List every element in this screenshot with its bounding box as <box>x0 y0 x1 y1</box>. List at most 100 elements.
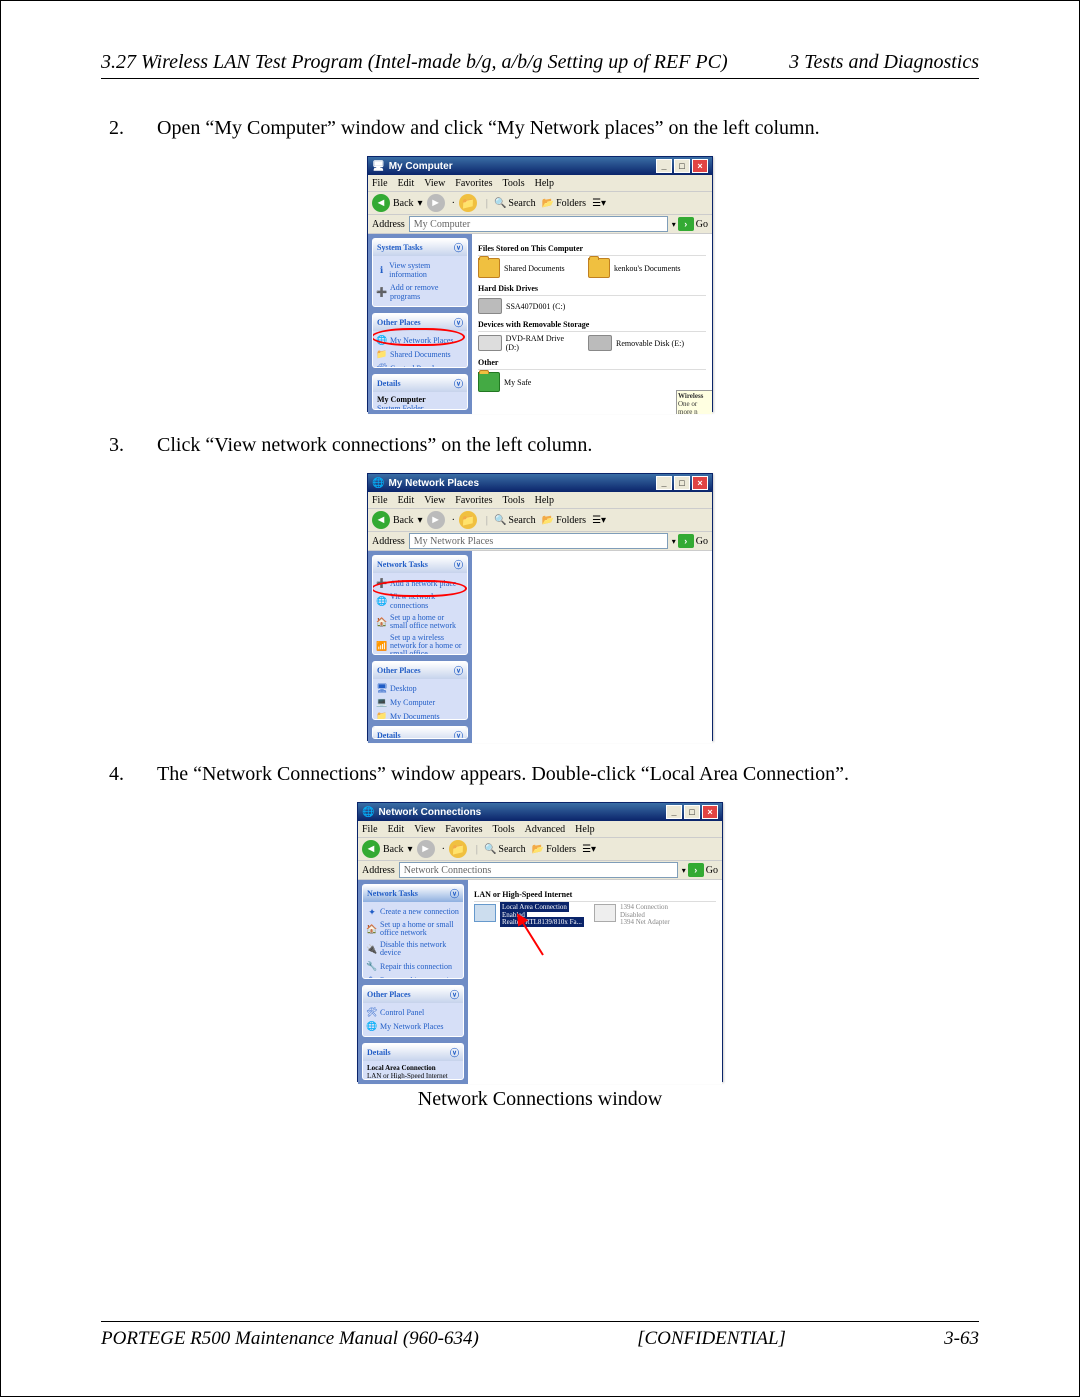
drive-c[interactable]: SSA407D001 (C:) <box>478 298 578 314</box>
collapse-icon[interactable]: ⓥ <box>454 558 463 571</box>
maximize-button[interactable]: □ <box>674 159 690 173</box>
title-bar[interactable]: 🖥 My Computer _ □ × <box>368 157 712 175</box>
go-button[interactable]: › <box>678 534 694 548</box>
minimize-button[interactable]: _ <box>666 805 682 819</box>
menu-advanced[interactable]: Advanced <box>525 824 566 835</box>
go-button[interactable]: › <box>688 863 704 877</box>
folders-icon[interactable]: 📂 <box>542 198 554 209</box>
menu-view[interactable]: View <box>424 495 445 506</box>
menu-file[interactable]: File <box>362 824 378 835</box>
menu-favorites[interactable]: Favorites <box>445 824 482 835</box>
connection-1394[interactable]: 1394 Connection Disabled 1394 Net Adapte… <box>594 904 694 927</box>
menubar[interactable]: File Edit View Favorites Tools Advanced … <box>358 821 722 838</box>
menu-favorites[interactable]: Favorites <box>455 178 492 189</box>
title-bar[interactable]: 🌐 My Network Places _ □ × <box>368 474 712 492</box>
maximize-button[interactable]: □ <box>674 476 690 490</box>
back-label[interactable]: Back <box>393 198 414 209</box>
views-icon[interactable]: ☰▾ <box>592 515 606 526</box>
title-bar[interactable]: 🌐 Network Connections _ □ × <box>358 803 722 821</box>
task-item[interactable]: ℹView system information <box>377 259 463 281</box>
menu-favorites[interactable]: Favorites <box>455 495 492 506</box>
menu-help[interactable]: Help <box>535 178 554 189</box>
close-button[interactable]: × <box>692 476 708 490</box>
back-label[interactable]: Back <box>383 844 404 855</box>
back-icon[interactable]: ◄ <box>372 511 390 529</box>
sidebar-item-network-places[interactable]: 🌐My Network Places <box>377 334 463 348</box>
menu-file[interactable]: File <box>372 178 388 189</box>
task-item[interactable]: 🔌Disable this network device <box>367 939 459 959</box>
maximize-button[interactable]: □ <box>684 805 700 819</box>
menubar[interactable]: File Edit View Favorites Tools Help <box>368 492 712 509</box>
menu-tools[interactable]: Tools <box>503 178 525 189</box>
menu-edit[interactable]: Edit <box>388 824 405 835</box>
main-pane[interactable]: LAN or High-Speed Internet Local Area Co… <box>468 880 722 1084</box>
folder-user-docs[interactable]: kenkou's Documents <box>588 258 688 278</box>
search-label[interactable]: Search <box>508 515 535 526</box>
task-item[interactable]: 🔧Repair this connection <box>367 959 459 973</box>
task-view-connections[interactable]: 🌐View network connections <box>377 590 463 612</box>
up-icon[interactable]: 📁 <box>459 194 477 212</box>
main-pane[interactable] <box>472 551 712 743</box>
back-label[interactable]: Back <box>393 515 414 526</box>
views-icon[interactable]: ☰▾ <box>592 198 606 209</box>
menu-edit[interactable]: Edit <box>398 178 415 189</box>
search-label[interactable]: Search <box>498 844 525 855</box>
collapse-icon[interactable]: ⓥ <box>454 664 463 677</box>
task-item[interactable]: ✎Rename this connection <box>367 973 459 979</box>
collapse-icon[interactable]: ⓥ <box>450 1046 459 1059</box>
menu-help[interactable]: Help <box>535 495 554 506</box>
menu-edit[interactable]: Edit <box>398 495 415 506</box>
search-icon[interactable]: 🔍 <box>494 198 506 209</box>
folder-shared-docs[interactable]: Shared Documents <box>478 258 578 278</box>
folders-label[interactable]: Folders <box>556 198 586 209</box>
minimize-button[interactable]: _ <box>656 159 672 173</box>
menu-view[interactable]: View <box>424 178 445 189</box>
go-button[interactable]: › <box>678 217 694 231</box>
close-button[interactable]: × <box>692 159 708 173</box>
sidebar-item[interactable]: 💻My Computer <box>377 696 463 710</box>
collapse-icon[interactable]: ⓥ <box>454 377 463 390</box>
task-item[interactable]: ➕Add or remove programs <box>377 281 463 303</box>
sidebar-item[interactable]: 🖥Desktop <box>377 682 463 696</box>
up-icon[interactable]: 📁 <box>459 511 477 529</box>
sidebar-item[interactable]: 📁My Documents <box>367 1034 459 1037</box>
task-item[interactable]: ✦Create a new connection <box>367 905 459 919</box>
search-icon[interactable]: 🔍 <box>484 844 496 855</box>
folders-icon[interactable]: 📂 <box>542 515 554 526</box>
close-button[interactable]: × <box>702 805 718 819</box>
menu-help[interactable]: Help <box>575 824 594 835</box>
sidebar-item[interactable]: 🌐My Network Places <box>367 1020 459 1034</box>
folders-label[interactable]: Folders <box>556 515 586 526</box>
my-safe[interactable]: My Safe <box>478 372 578 392</box>
task-item[interactable]: ⚙Change a setting <box>377 303 463 307</box>
sidebar-item-shared-docs[interactable]: 📁Shared Documents <box>377 348 463 362</box>
minimize-button[interactable]: _ <box>656 476 672 490</box>
collapse-icon[interactable]: ⓥ <box>450 887 459 900</box>
views-icon[interactable]: ☰▾ <box>582 844 596 855</box>
back-icon[interactable]: ◄ <box>372 194 390 212</box>
address-input[interactable]: My Computer <box>409 216 668 232</box>
sidebar-item[interactable]: 🛠Control Panel <box>367 1006 459 1020</box>
main-pane[interactable]: Files Stored on This Computer Shared Doc… <box>472 234 712 414</box>
folders-icon[interactable]: 📂 <box>532 844 544 855</box>
collapse-icon[interactable]: ⓥ <box>454 729 463 739</box>
sidebar-item[interactable]: 📁My Documents <box>377 710 463 721</box>
menu-view[interactable]: View <box>414 824 435 835</box>
menu-tools[interactable]: Tools <box>503 495 525 506</box>
sidebar-item-control-panel[interactable]: 🛠Control Panel <box>377 362 463 369</box>
task-item[interactable]: ➕Add a network place <box>377 576 463 590</box>
folders-label[interactable]: Folders <box>546 844 576 855</box>
menubar[interactable]: File Edit View Favorites Tools Help <box>368 175 712 192</box>
drive-dvd[interactable]: DVD-RAM Drive (D:) <box>478 334 578 352</box>
task-item[interactable]: 🏠Set up a home or small office network <box>377 612 463 632</box>
search-icon[interactable]: 🔍 <box>494 515 506 526</box>
collapse-icon[interactable]: ⓥ <box>454 316 463 329</box>
menu-file[interactable]: File <box>372 495 388 506</box>
connection-lac[interactable]: Local Area Connection Enabled Realtek RT… <box>474 904 584 927</box>
address-input[interactable]: My Network Places <box>409 533 668 549</box>
task-item[interactable]: 📶Set up a wireless network for a home or… <box>377 632 463 655</box>
back-icon[interactable]: ◄ <box>362 840 380 858</box>
collapse-icon[interactable]: ⓥ <box>450 988 459 1001</box>
drive-removable[interactable]: Removable Disk (E:) <box>588 334 688 352</box>
search-label[interactable]: Search <box>508 198 535 209</box>
